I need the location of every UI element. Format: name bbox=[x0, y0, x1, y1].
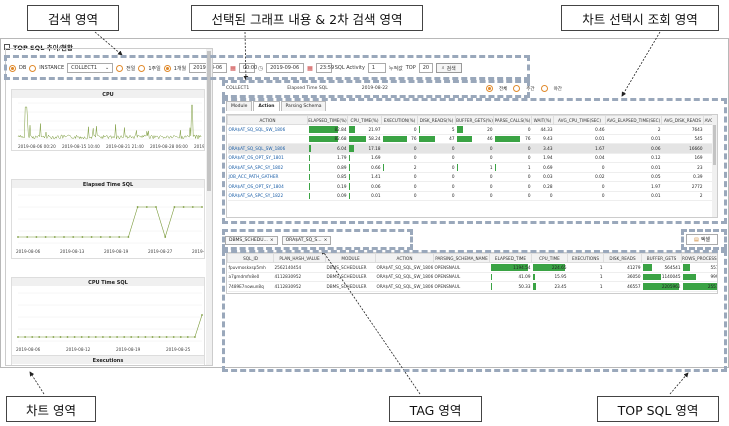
callout-chart-select: 차트 선택시 조회 영역 bbox=[561, 5, 719, 31]
callout-selected-graph: 선택된 그래프 내용 & 2차 검색 영역 bbox=[191, 5, 423, 31]
callout-arrows bbox=[29, 31, 689, 395]
callout-tag-area: TAG 영역 bbox=[389, 396, 482, 422]
callout-search-area: 검색 영역 bbox=[27, 5, 119, 31]
callout-topsql-area: TOP SQL 영역 bbox=[597, 396, 719, 422]
callout-chart-area: 차트 영역 bbox=[6, 396, 96, 422]
